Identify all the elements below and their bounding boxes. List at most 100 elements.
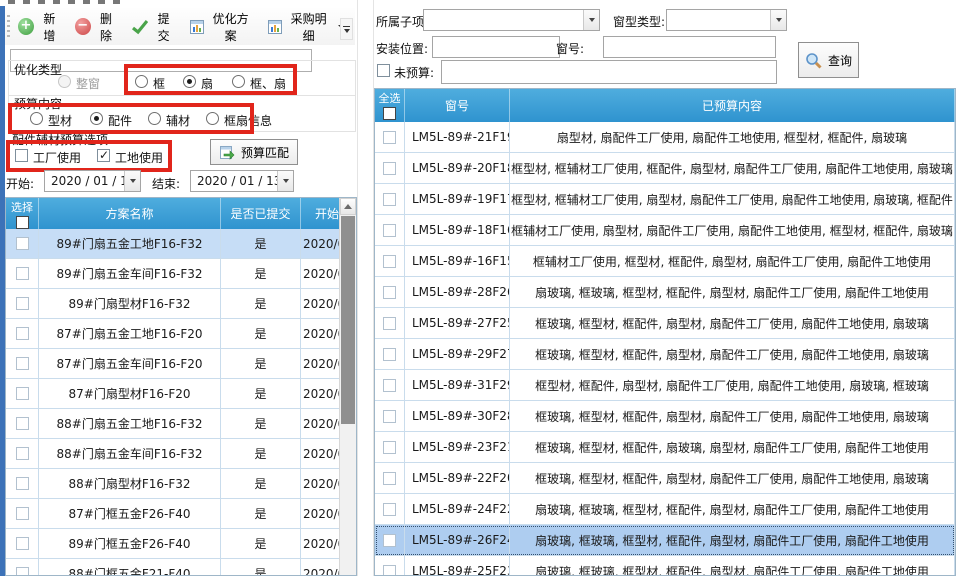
scrollbar-thumb[interactable] [341,216,355,424]
row-checkbox[interactable] [383,162,396,175]
row-checkbox[interactable] [383,410,396,423]
row-checkbox[interactable] [383,193,396,206]
sub-item-combo[interactable] [423,9,600,31]
row-checkbox[interactable] [16,237,29,250]
table-row[interactable]: LM5L-89#-26F24 扇玻璃, 框玻璃, 框型材, 框配件, 扇型材, … [375,525,955,556]
table-row[interactable]: LM5L-89#-29F27 框玻璃, 框型材, 框配件, 扇型材, 扇配件工厂… [375,339,955,370]
row-checkbox[interactable] [383,255,396,268]
plan-name-header-cell[interactable]: 方案名称 [39,198,221,229]
date-start-picker[interactable]: 2020 / 01 / 1 [44,170,141,192]
table-row[interactable]: 87#门扇型材F16-F20 是 2020/0 [6,379,341,409]
table-row[interactable]: 89#门扇五金工地F16-F32 是 2020/0 [6,229,341,259]
row-checkbox[interactable] [16,417,29,430]
plan-table-scrollbar[interactable] [339,198,356,575]
date-end-picker[interactable]: 2020 / 01 / 13 [190,170,294,192]
row-checkbox[interactable] [383,379,396,392]
table-row[interactable]: 87#门扇五金工地F16-F20 是 2020/0 [6,319,341,349]
toolbar-overflow-button[interactable] [340,18,353,40]
table-row[interactable]: 88#门扇五金工地F16-F32 是 2020/0 [6,409,341,439]
budgeted-content-cell: 框玻璃, 框型材, 框配件, 扇玻璃, 扇型材, 扇配件工厂使用, 扇配件工地使… [510,432,955,462]
site-use-checkbox[interactable] [97,149,110,162]
window-no-input[interactable] [603,36,776,58]
row-checkbox[interactable] [383,534,396,547]
radio-whole-window[interactable] [58,75,71,88]
query-button[interactable]: 查询 [798,42,859,78]
table-row[interactable]: LM5L-89#-20F18 框型材, 框辅材工厂使用, 框配件, 扇型材, 扇… [375,153,955,184]
table-row[interactable]: 87#门框五金F26-F40 是 2020/0 [6,499,341,529]
table-row[interactable]: LM5L-89#-30F28 框玻璃, 框型材, 框配件, 扇型材, 扇配件工厂… [375,401,955,432]
row-checkbox[interactable] [383,286,396,299]
table-row[interactable]: 88#门框五金F21-F40 是 2020/0 [6,559,341,576]
table-row[interactable]: LM5L-89#-16F15 框辅材工厂使用, 框型材, 框配件, 扇型材, 扇… [375,246,955,277]
window-no-cell: LM5L-89#-22F20 [405,463,510,493]
row-checkbox[interactable] [383,224,396,237]
row-checkbox[interactable] [16,477,29,490]
table-row[interactable]: 87#门扇五金车间F16-F20 是 2020/0 [6,349,341,379]
row-checkbox[interactable] [383,317,396,330]
select-all-checkbox[interactable] [16,216,29,229]
row-checkbox[interactable] [16,357,29,370]
row-checkbox[interactable] [16,567,29,576]
radio-frame-sash[interactable] [232,75,245,88]
row-checkbox[interactable] [16,327,29,340]
chevron-down-icon[interactable] [770,10,786,30]
row-checkbox[interactable] [16,387,29,400]
table-row[interactable]: 89#门框五金F26-F40 是 2020/0 [6,529,341,559]
chevron-down-icon[interactable] [124,171,140,191]
window-no-cell: LM5L-89#-29F27 [405,339,510,369]
submitted-header-cell[interactable]: 是否已提交 [221,198,301,229]
row-checkbox[interactable] [383,503,396,516]
row-checkbox[interactable] [383,131,396,144]
table-row[interactable]: LM5L-89#-22F20 框玻璃, 框型材, 框配件, 扇型材, 扇配件工厂… [375,463,955,494]
budget-table: 全选 窗号 已预算内容 LM5L-89#-21F19 扇型材, 扇配件工厂使用,… [374,88,956,576]
chevron-down-icon[interactable] [583,10,599,30]
radio-accessory[interactable] [90,112,103,125]
no-budget-checkbox[interactable] [377,64,390,77]
table-row[interactable]: LM5L-89#-21F19 扇型材, 扇配件工厂使用, 扇配件工地使用, 框型… [375,122,955,153]
table-row[interactable]: 89#门扇五金车间F16-F32 是 2020/0 [6,259,341,289]
row-checkbox[interactable] [383,348,396,361]
radio-auxiliary[interactable] [148,112,161,125]
radio-sash[interactable] [183,75,196,88]
radio-frame-sash-info[interactable] [206,112,219,125]
row-checkbox[interactable] [383,565,396,576]
budgeted-content-header-cell[interactable]: 已预算内容 [510,89,955,122]
table-row[interactable]: LM5L-89#-25F23 扇玻璃, 框玻璃, 框型材, 框配件, 扇型材, … [375,556,955,576]
factory-use-checkbox[interactable] [15,149,28,162]
window-no-header-cell[interactable]: 窗号 [405,89,510,122]
table-row[interactable]: 88#门扇型材F16-F32 是 2020/0 [6,469,341,499]
optimize-plan-button[interactable]: 优化方案 [184,7,258,47]
table-row[interactable]: LM5L-89#-23F21 框玻璃, 框型材, 框配件, 扇玻璃, 扇型材, … [375,432,955,463]
add-button[interactable]: + 新增 [13,7,66,47]
radio-frame[interactable] [135,75,148,88]
table-row[interactable]: LM5L-89#-31F29 框型材, 框配件, 扇型材, 扇配件工厂使用, 扇… [375,370,955,401]
no-budget-input[interactable] [441,60,777,84]
radio-profile[interactable] [30,112,43,125]
scroll-up-icon[interactable] [340,198,356,215]
row-checkbox[interactable] [383,441,396,454]
row-checkbox[interactable] [16,267,29,280]
submit-button[interactable]: 提交 [126,7,180,47]
table-row[interactable]: LM5L-89#-27F25 框玻璃, 框型材, 框配件, 扇型材, 扇配件工厂… [375,308,955,339]
row-checkbox[interactable] [16,447,29,460]
delete-button[interactable]: − 删除 [70,7,123,47]
start-header-cell[interactable]: 开始 [301,198,341,229]
table-row[interactable]: LM5L-89#-18F16 框辅材工厂使用, 扇型材, 扇配件工厂使用, 扇配… [375,215,955,246]
toolbar-grip[interactable] [7,15,10,38]
chevron-down-icon[interactable] [277,171,293,191]
purchase-detail-button[interactable]: 采购明细 [262,7,351,47]
install-position-input[interactable] [432,36,560,58]
table-row[interactable]: LM5L-89#-28F26 扇玻璃, 框玻璃, 框型材, 框配件, 扇型材, … [375,277,955,308]
row-checkbox[interactable] [16,507,29,520]
row-checkbox[interactable] [16,297,29,310]
table-row[interactable]: LM5L-89#-19F17 框型材, 框辅材工厂使用, 扇型材, 扇配件工厂使… [375,184,955,215]
window-type-combo[interactable] [666,9,787,31]
select-all-checkbox[interactable] [383,107,396,120]
table-row[interactable]: 89#门扇型材F16-F32 是 2020/0 [6,289,341,319]
table-row[interactable]: LM5L-89#-24F22 扇玻璃, 框玻璃, 框型材, 框配件, 扇型材, … [375,494,955,525]
row-checkbox[interactable] [383,472,396,485]
row-checkbox[interactable] [16,537,29,550]
budget-match-button[interactable]: 预算匹配 [210,139,298,165]
panel-splitter[interactable] [357,0,374,576]
table-row[interactable]: 88#门扇五金车间F16-F32 是 2020/0 [6,439,341,469]
